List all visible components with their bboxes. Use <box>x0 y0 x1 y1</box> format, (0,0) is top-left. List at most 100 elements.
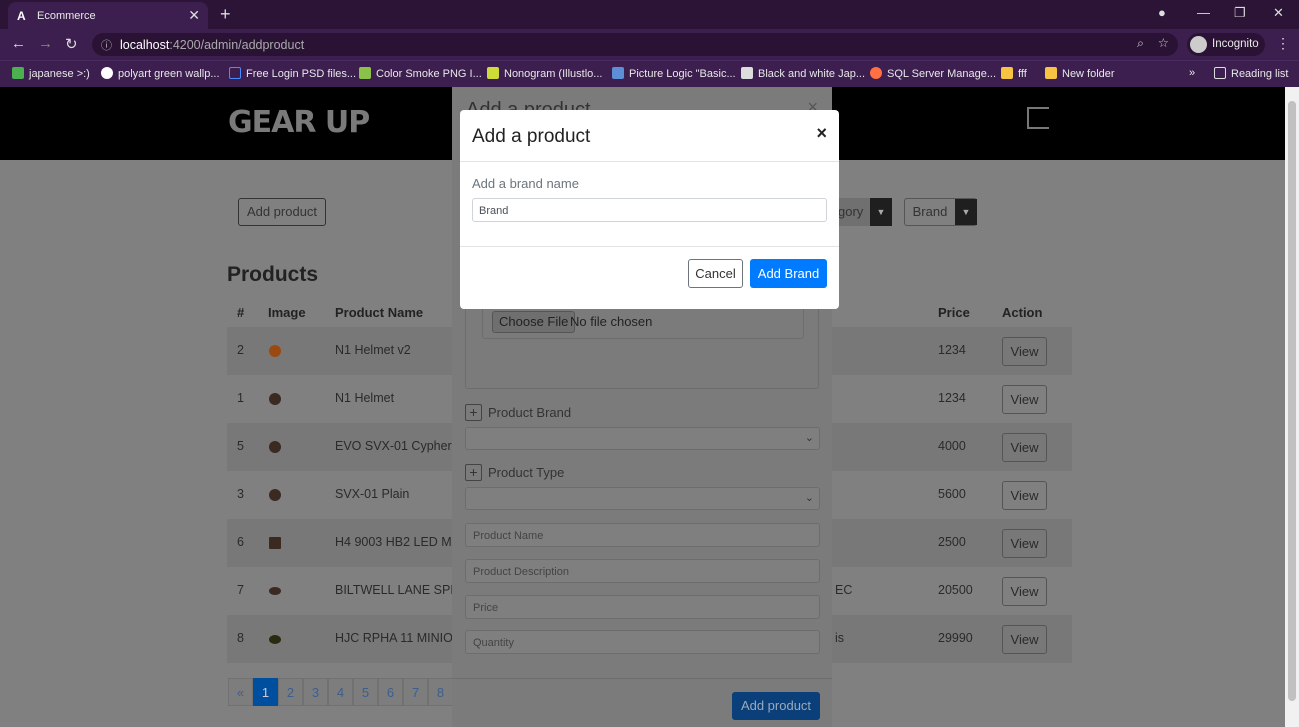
bookmark-item[interactable]: japanese >:) <box>12 67 90 80</box>
back-icon[interactable]: ← <box>11 35 26 52</box>
add-brand-button[interactable]: Add Brand <box>750 259 827 288</box>
page-link[interactable]: 5 <box>353 678 378 706</box>
bookmark-item[interactable]: Black and white Jap... <box>741 67 865 80</box>
choose-file-button[interactable]: Choose File <box>492 311 576 333</box>
quantity-input[interactable]: Quantity <box>465 630 820 654</box>
view-button[interactable]: View <box>1002 385 1047 414</box>
page-link[interactable]: 6 <box>378 678 403 706</box>
modal-title: Add a product <box>472 126 591 147</box>
incognito-badge[interactable]: Incognito <box>1187 33 1265 56</box>
bookmarks-overflow[interactable]: » <box>1189 67 1195 79</box>
view-button[interactable]: View <box>1002 337 1047 366</box>
reading-list-icon <box>1214 67 1226 79</box>
add-product-submit-button[interactable]: Add product <box>732 692 820 720</box>
view-button[interactable]: View <box>1002 433 1047 462</box>
page-prev[interactable]: « <box>228 678 253 706</box>
cancel-button[interactable]: Cancel <box>688 259 743 288</box>
forward-icon[interactable]: → <box>38 35 53 52</box>
close-tab-icon[interactable]: ✕ <box>188 7 200 24</box>
column-header: Action <box>1002 305 1043 320</box>
tab-search-icon[interactable]: ● <box>1158 5 1166 20</box>
product-price: 20500 <box>938 583 973 597</box>
bookmark-item[interactable]: fff <box>1001 67 1027 80</box>
browser-tab[interactable]: A Ecommerce ✕ <box>8 2 208 29</box>
product-thumbnail <box>269 345 281 357</box>
zoom-icon[interactable]: ⌕ <box>1137 36 1144 51</box>
angular-favicon-icon: A <box>17 9 26 23</box>
view-button[interactable]: View <box>1002 577 1047 606</box>
product-type-select[interactable]: ⌄ <box>465 487 820 510</box>
page-link[interactable]: 3 <box>303 678 328 706</box>
product-price: 2500 <box>938 535 966 549</box>
bookmark-item[interactable]: Color Smoke PNG I... <box>359 67 482 80</box>
product-name: N1 Helmet v2 <box>335 343 411 357</box>
add-type-plus-icon[interactable]: + <box>465 464 482 481</box>
product-name: HJC RPHA 11 MINION <box>335 631 462 645</box>
brand-name-input[interactable]: Brand <box>472 198 827 222</box>
drive-icon <box>12 67 24 79</box>
page-link[interactable]: 2 <box>278 678 303 706</box>
view-button[interactable]: View <box>1002 481 1047 510</box>
view-button[interactable]: View <box>1002 625 1047 654</box>
row-id: 8 <box>237 631 244 645</box>
page-link[interactable]: 1 <box>253 678 278 706</box>
browser-menu-icon[interactable]: ⋮ <box>1276 35 1290 52</box>
tab-title: Ecommerce <box>37 10 96 22</box>
file-input[interactable]: Choose File No file chosen <box>482 305 804 339</box>
brand-dropdown[interactable]: Brand ▼ <box>904 198 977 226</box>
product-description-input[interactable]: Product Description <box>465 559 820 583</box>
brand-name-label: Add a brand name <box>472 176 579 191</box>
page-link[interactable]: 7 <box>403 678 428 706</box>
page-link[interactable]: 8 <box>428 678 453 706</box>
page-link[interactable]: 4 <box>328 678 353 706</box>
bookmark-item[interactable]: polyart green wallp... <box>101 67 220 80</box>
product-thumbnail <box>269 489 281 501</box>
add-brand-plus-icon[interactable]: + <box>465 404 482 421</box>
bookmark-item[interactable]: SQL Server Manage... <box>870 67 996 80</box>
google-icon <box>101 67 113 79</box>
picture-logic-icon <box>612 67 624 79</box>
category-dropdown[interactable]: gory ▼ <box>832 198 892 226</box>
address-bar[interactable]: ⓘ localhost:4200/admin/addproduct ⌕ ☆ <box>92 33 1178 56</box>
product-price: 29990 <box>938 631 973 645</box>
scrollbar-thumb[interactable] <box>1288 101 1296 701</box>
browser-toolbar: ← → ↻ ⓘ localhost:4200/admin/addproduct … <box>0 29 1299 60</box>
page-scrollbar[interactable] <box>1285 87 1299 727</box>
product-description: EC <box>835 583 853 597</box>
reload-icon[interactable]: ↻ <box>65 35 78 53</box>
product-name-input[interactable]: Product Name <box>465 523 820 547</box>
row-id: 1 <box>237 391 244 405</box>
close-window-icon[interactable]: ✕ <box>1273 5 1284 21</box>
product-name: EVO SVX-01 Cypher <box>335 439 452 453</box>
product-type-label: Product Type <box>488 465 565 480</box>
bookmark-item[interactable]: Free Login PSD files... <box>229 67 356 80</box>
add-brand-modal: Add a product × Add a brand name Brand C… <box>460 110 839 309</box>
view-button[interactable]: View <box>1002 529 1047 558</box>
price-input[interactable]: Price <box>465 595 820 619</box>
site-logo[interactable]: GEAR UP <box>228 105 370 140</box>
product-thumbnail <box>269 393 281 405</box>
product-brand-select[interactable]: ⌄ <box>465 427 820 450</box>
add-product-button[interactable]: Add product <box>238 198 326 226</box>
close-icon[interactable]: × <box>816 123 827 144</box>
chevron-down-icon: ▼ <box>870 198 892 226</box>
bookmark-item[interactable]: Nonogram (Illustlo... <box>487 67 602 80</box>
product-brand-label: Product Brand <box>488 405 572 420</box>
modal-divider <box>460 246 839 247</box>
new-tab-icon[interactable]: + <box>220 4 231 25</box>
bookmark-item[interactable]: Picture Logic "Basic... <box>612 67 736 80</box>
maximize-icon[interactable]: ❐ <box>1234 5 1246 21</box>
logout-icon[interactable] <box>1027 107 1049 129</box>
site-info-icon[interactable]: ⓘ <box>101 37 112 53</box>
product-thumbnail <box>269 537 281 549</box>
product-thumbnail <box>269 587 281 595</box>
column-header: Price <box>938 305 970 320</box>
reading-list[interactable]: Reading list <box>1214 67 1288 80</box>
browser-tab-strip: A Ecommerce ✕ + ● — ❐ ✕ <box>0 0 1299 29</box>
bookmark-star-icon[interactable]: ☆ <box>1158 35 1169 50</box>
nonogram-icon <box>487 67 499 79</box>
bookmark-item[interactable]: New folder <box>1045 67 1115 80</box>
page-icon <box>229 67 241 79</box>
chevron-down-icon: ▼ <box>955 199 977 225</box>
minimize-icon[interactable]: — <box>1197 5 1210 20</box>
